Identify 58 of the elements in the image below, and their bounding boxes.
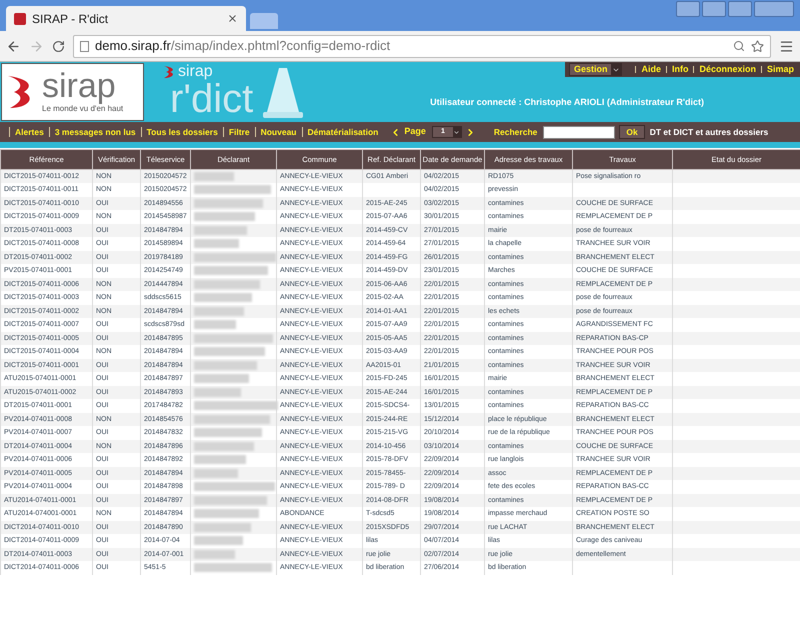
blurred-placeholder xyxy=(194,293,252,302)
blurred-placeholder xyxy=(194,212,255,222)
blurred-placeholder xyxy=(194,428,262,438)
blurred-placeholder xyxy=(194,320,236,330)
blurred-placeholder xyxy=(194,522,251,532)
ok-button[interactable]: Ok xyxy=(619,125,645,139)
back-icon[interactable] xyxy=(6,38,21,54)
page-icon xyxy=(80,40,89,52)
blurred-placeholder xyxy=(194,280,260,289)
address-field[interactable]: demo.sirap.fr/simap/index.phtml?config=demo-rdict xyxy=(73,34,771,58)
menu-link[interactable]: Info xyxy=(672,62,688,76)
blurred-placeholder xyxy=(194,347,265,356)
blurred-placeholder xyxy=(194,198,263,208)
tab-title: SIRAP - R'dict xyxy=(32,10,110,28)
blurred-placeholder xyxy=(194,360,257,370)
menu-link[interactable]: Déconnexion xyxy=(699,62,756,76)
star-icon[interactable] xyxy=(751,40,764,52)
page-label: Page xyxy=(404,125,426,138)
menu-link[interactable]: Simap xyxy=(766,62,794,76)
scope-label: DT et DICT et autres dossiers xyxy=(650,126,768,138)
reload-icon[interactable] xyxy=(52,40,65,52)
logo-wordmark: sirap xyxy=(42,69,117,103)
browser-tab[interactable]: SIRAP - R'dict xyxy=(6,6,246,31)
nav-link[interactable]: Alertes xyxy=(15,126,44,138)
url-path: /simap/index.phtml?config=demo-rdict xyxy=(170,37,390,56)
blurred-placeholder xyxy=(194,468,238,478)
blurred-placeholder xyxy=(194,536,243,546)
nav-link[interactable]: Tous les dossiers xyxy=(146,126,218,138)
blurred-placeholder xyxy=(194,172,234,181)
connected-user: Utilisateur connecté : Christophe ARIOLI (Administrateur R'dict) xyxy=(430,96,704,109)
nav-link[interactable]: Nouveau xyxy=(260,126,296,138)
blurred-placeholder xyxy=(194,509,259,518)
blurred-placeholder xyxy=(194,388,241,397)
app-brand: sirap xyxy=(178,64,213,80)
search-icon[interactable] xyxy=(733,40,745,52)
nav-link[interactable]: 3 messages non lus xyxy=(54,126,136,138)
blurred-placeholder xyxy=(194,442,254,451)
blurred-placeholder xyxy=(194,239,239,248)
swoosh-icon xyxy=(164,65,176,79)
caret-icon xyxy=(453,128,460,136)
nav-link[interactable]: Dématérialisation xyxy=(308,126,378,138)
blurred-placeholder xyxy=(194,226,247,235)
traffic-cone-icon xyxy=(263,66,304,120)
nav-link[interactable]: Filtre xyxy=(228,126,250,138)
blurred-placeholder xyxy=(194,306,244,316)
search-field[interactable] xyxy=(543,126,616,138)
close-icon[interactable] xyxy=(227,13,238,24)
search-label: Recherche xyxy=(494,126,538,138)
menu-dropdown[interactable]: Gestion xyxy=(568,63,622,76)
menu-link[interactable]: Aide xyxy=(641,62,661,76)
favicon-icon xyxy=(14,12,26,24)
blurred-placeholder xyxy=(194,550,235,559)
url-host: demo.sirap.fr xyxy=(95,37,171,56)
menu-icon[interactable] xyxy=(779,38,794,54)
blurred-placeholder xyxy=(194,455,246,464)
blurred-placeholder xyxy=(194,374,249,384)
app-name: r'dict xyxy=(170,80,254,118)
logo-tagline: Le monde vu d'en haut xyxy=(42,104,124,115)
